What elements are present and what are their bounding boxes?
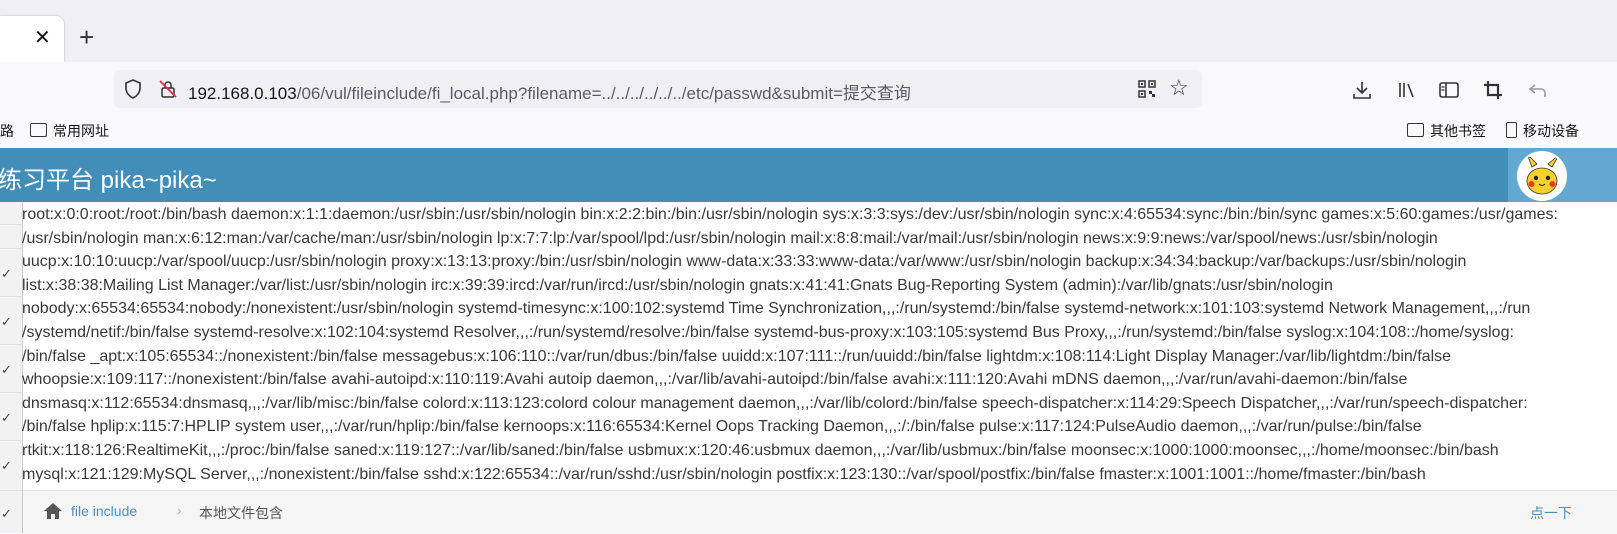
passwd-line: /usr/sbin/nologin man:x:6:12:man:/var/ca… <box>22 229 1438 247</box>
crop-screenshot-icon[interactable] <box>1482 79 1504 101</box>
breadcrumb-separator: › <box>177 502 182 518</box>
bookmark-mobile[interactable]: 移动设备 <box>1506 121 1579 141</box>
breadcrumb-link-file-include[interactable]: file include <box>71 503 137 519</box>
download-icon[interactable] <box>1351 79 1373 101</box>
folder-icon <box>30 123 47 137</box>
sidebar-item-check-icon[interactable]: ✓ <box>1 410 12 426</box>
bookmark-star-icon[interactable]: ☆ <box>1169 77 1189 99</box>
passwd-line: whoopsie:x:109:117::/nonexistent:/bin/fa… <box>22 371 1408 389</box>
sidebar-item-check-icon[interactable]: ✓ <box>1 506 12 522</box>
passwd-line: dnsmasq:x:112:65534:dnsmasq,,,:/var/lib/… <box>22 394 1528 412</box>
sidebar-divider <box>0 248 22 249</box>
library-icon[interactable] <box>1396 79 1418 101</box>
hint-link[interactable]: 点一下 <box>1530 503 1572 523</box>
shield-icon[interactable] <box>124 79 142 99</box>
passwd-line: /bin/false hplip:x:115:7:HPLIP system us… <box>22 418 1422 436</box>
passwd-line: mysql:x:121:129:MySQL Server,,,:/nonexis… <box>22 465 1426 483</box>
sidebar: ✓ ✓ ✓ ✓ ✓ ✓ <box>0 202 23 533</box>
sidebar-divider <box>0 392 22 393</box>
passwd-line: nobody:x:65534:65534:nobody:/nonexistent… <box>22 300 1531 318</box>
included-file-output: root:x:0:0:root:/root:/bin/bash daemon:x… <box>22 203 1617 486</box>
bookmark-common-sites[interactable]: 常用网址 <box>30 121 109 141</box>
bookmarks-toolbar: 路 常用网址 其他书签 移动设备 <box>0 114 1617 149</box>
mobile-icon <box>1506 122 1517 138</box>
qr-code-icon[interactable] <box>1138 80 1156 98</box>
folder-icon <box>1407 123 1424 137</box>
passwd-line: /systemd/netif:/bin/false systemd-resolv… <box>22 323 1514 341</box>
user-menu[interactable] <box>1508 148 1617 202</box>
insecure-lock-icon[interactable] <box>158 79 178 99</box>
address-bar[interactable]: 192.168.0.103/06/vul/fileinclude/fi_loca… <box>114 70 1202 108</box>
sidebar-divider <box>0 296 22 297</box>
sidebar-divider <box>0 490 22 491</box>
sidebar-item-check-icon[interactable]: ✓ <box>1 362 12 378</box>
sidebar-divider <box>0 224 22 225</box>
undo-icon[interactable] <box>1527 79 1549 101</box>
url-host: 192.168.0.103 <box>188 84 297 103</box>
sidebar-toggle-icon[interactable] <box>1438 79 1460 101</box>
app-title[interactable]: 练习平台 pika~pika~ <box>0 160 217 195</box>
passwd-line: list:x:38:38:Mailing List Manager:/var/l… <box>22 276 1333 294</box>
tab-strip: ✕ + <box>0 0 1617 62</box>
url-path: /06/vul/fileinclude/fi_local.php?filenam… <box>296 84 911 103</box>
passwd-line: root:x:0:0:root:/root:/bin/bash daemon:x… <box>22 206 1558 223</box>
passwd-line: rtkit:x:118:126:RealtimeKit,,,:/proc:/bi… <box>22 441 1499 459</box>
sidebar-divider <box>0 440 22 441</box>
active-tab[interactable]: ✕ <box>0 16 64 62</box>
app-header: 练习平台 pika~pika~ <box>0 148 1617 202</box>
url-text[interactable]: 192.168.0.103/06/vul/fileinclude/fi_loca… <box>188 79 911 104</box>
close-tab-icon[interactable]: ✕ <box>34 28 51 48</box>
bookmark-other[interactable]: 其他书签 <box>1407 121 1486 141</box>
sidebar-item-check-icon[interactable]: ✓ <box>1 314 12 330</box>
breadcrumb-current: 本地文件包含 <box>199 505 283 521</box>
new-tab-button[interactable]: + <box>79 24 94 50</box>
bookmark-partial[interactable]: 路 <box>0 121 14 141</box>
navigation-bar: 192.168.0.103/06/vul/fileinclude/fi_loca… <box>0 62 1617 114</box>
passwd-line: /bin/false _apt:x:105:65534::/nonexisten… <box>22 347 1452 365</box>
passwd-line: uucp:x:10:10:uucp:/var/spool/uucp:/usr/s… <box>22 253 1467 271</box>
breadcrumb: file include › 本地文件包含 点一下 <box>23 490 1617 534</box>
sidebar-item-check-icon[interactable]: ✓ <box>1 458 12 474</box>
home-icon[interactable] <box>43 502 63 520</box>
sidebar-item-check-icon[interactable]: ✓ <box>1 266 12 282</box>
sidebar-divider <box>0 344 22 345</box>
pikachu-avatar <box>1517 151 1567 201</box>
